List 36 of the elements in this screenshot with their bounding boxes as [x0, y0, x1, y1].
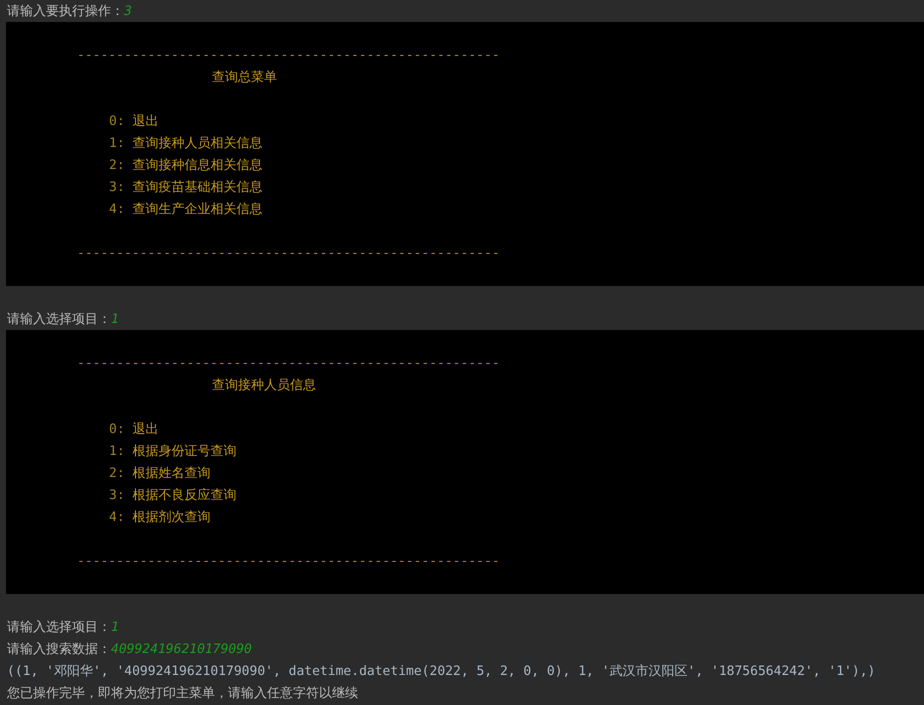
dashed-rule: ------------------------------------------------------ [77, 246, 500, 260]
option-number: 4: [109, 202, 125, 216]
option-label: 退出 [132, 113, 159, 130]
dashed-rule: ------------------------------------------------------ [77, 48, 500, 62]
option-label: 根据不良反应查询 [132, 487, 237, 504]
option-number: 2: [109, 466, 125, 480]
option-number: 4: [109, 510, 125, 524]
option-number: 2: [109, 158, 125, 172]
prompt-text: 请输入选择项目： [7, 619, 111, 636]
prompt-text: 请输入选择项目： [7, 311, 111, 328]
option-label: 查询接种人员相关信息 [132, 135, 263, 152]
option-label: 根据姓名查询 [132, 465, 211, 482]
option-number: 0: [109, 422, 125, 436]
option-label: 查询生产企业相关信息 [132, 201, 263, 218]
result-output: ((1, '邓阳华', '409924196210179090', datetime.datetime(2022, 5, 2, 0, 0), 1, '武汉市汉阳区', '18756564242', '1'),) [7, 663, 876, 680]
option-number: 1: [109, 444, 125, 458]
prompt-text: 请输入要执行操作： [7, 3, 124, 20]
prompt-text: 请输入搜索数据： [7, 641, 111, 658]
option-label: 退出 [132, 421, 159, 438]
status-message: 您已操作完毕，即将为您打印主菜单，请输入任意字符以继续 [7, 685, 358, 702]
option-number: 3: [109, 488, 125, 502]
option-label: 查询疫苗基础相关信息 [132, 179, 263, 196]
option-label: 查询接种信息相关信息 [132, 157, 263, 174]
option-number: 3: [109, 180, 125, 194]
dashed-rule: ------------------------------------------------------ [77, 554, 500, 568]
input-value: 1 [111, 312, 119, 326]
option-number: 0: [109, 114, 125, 128]
dashed-rule: ------------------------------------------------------ [77, 356, 500, 370]
menu-title: 查询接种人员信息 [212, 377, 316, 394]
input-value: 3 [124, 4, 132, 18]
input-value: 409924196210179090 [111, 642, 252, 656]
option-label: 根据剂次查询 [132, 509, 211, 526]
option-label: 根据身份证号查询 [132, 443, 237, 460]
menu-title: 查询总菜单 [212, 69, 277, 86]
input-value: 1 [111, 620, 119, 634]
option-number: 1: [109, 136, 125, 150]
